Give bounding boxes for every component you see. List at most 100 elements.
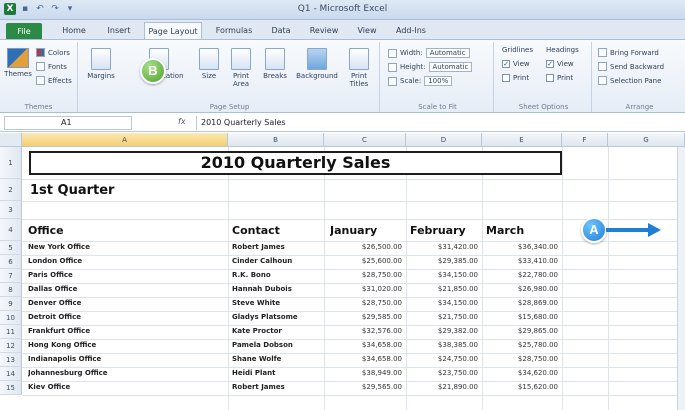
- contact-cell[interactable]: R.K. Bono: [232, 271, 322, 279]
- sales-cell[interactable]: $21,890.00: [408, 383, 478, 391]
- headings-print-checkbox[interactable]: Print: [546, 74, 573, 82]
- tab-view[interactable]: View: [352, 22, 382, 39]
- sales-cell[interactable]: $34,658.00: [326, 355, 402, 363]
- sales-cell[interactable]: $38,385.00: [408, 341, 478, 349]
- contact-cell[interactable]: Heidi Plant: [232, 369, 322, 377]
- row-header-12[interactable]: 12: [0, 339, 22, 353]
- office-cell[interactable]: Johannesburg Office: [28, 369, 224, 377]
- column-header-e[interactable]: E: [482, 133, 562, 147]
- formula-input[interactable]: 2010 Quarterly Sales: [196, 116, 683, 130]
- row-header-1[interactable]: 1: [0, 147, 22, 179]
- sales-cell[interactable]: $34,150.00: [408, 299, 478, 307]
- gridlines-print-checkbox[interactable]: Print: [502, 74, 529, 82]
- office-cell[interactable]: Paris Office: [28, 271, 224, 279]
- sales-cell[interactable]: $29,865.00: [484, 327, 558, 335]
- office-cell[interactable]: Kiev Office: [28, 383, 224, 391]
- sales-cell[interactable]: $21,850.00: [408, 285, 478, 293]
- row-header-3[interactable]: 3: [0, 201, 22, 219]
- sheet-title-cell[interactable]: 2010 Quarterly Sales: [29, 151, 562, 175]
- vertical-scrollbar[interactable]: [677, 147, 685, 410]
- sales-cell[interactable]: $31,420.00: [408, 243, 478, 251]
- tab-formulas[interactable]: Formulas: [210, 22, 258, 39]
- print-titles-button[interactable]: Print Titles: [344, 48, 374, 88]
- office-cell[interactable]: Frankfurt Office: [28, 327, 224, 335]
- sales-cell[interactable]: $15,620.00: [484, 383, 558, 391]
- sales-cell[interactable]: $34,150.00: [408, 271, 478, 279]
- row-header-4[interactable]: 4: [0, 219, 22, 241]
- sales-cell[interactable]: $28,750.00: [326, 271, 402, 279]
- sales-cell[interactable]: $25,600.00: [326, 257, 402, 265]
- column-header-c[interactable]: C: [324, 133, 406, 147]
- contact-cell[interactable]: Cinder Calhoun: [232, 257, 322, 265]
- sales-cell[interactable]: $29,585.00: [326, 313, 402, 321]
- background-button[interactable]: Background: [294, 48, 340, 80]
- sales-cell[interactable]: $22,780.00: [484, 271, 558, 279]
- gridlines-view-checkbox[interactable]: ✓ View: [502, 60, 530, 68]
- row-header-14[interactable]: 14: [0, 367, 22, 381]
- headings-view-checkbox[interactable]: ✓ View: [546, 60, 574, 68]
- select-all-corner[interactable]: [0, 133, 22, 147]
- tab-page-layout[interactable]: Page Layout: [144, 22, 202, 39]
- row-header-6[interactable]: 6: [0, 255, 22, 269]
- office-cell[interactable]: New York Office: [28, 243, 224, 251]
- column-header-a[interactable]: A: [22, 133, 228, 147]
- sales-cell[interactable]: $28,750.00: [326, 299, 402, 307]
- send-backward-button[interactable]: Send Backward: [598, 62, 664, 71]
- contact-cell[interactable]: Robert James: [232, 383, 322, 391]
- sales-cell[interactable]: $26,500.00: [326, 243, 402, 251]
- column-header-d[interactable]: D: [406, 133, 482, 147]
- breaks-button[interactable]: Breaks: [260, 48, 290, 80]
- width-select[interactable]: Automatic: [425, 48, 470, 58]
- sales-cell[interactable]: $38,949.00: [326, 369, 402, 377]
- sales-cell[interactable]: $32,576.00: [326, 327, 402, 335]
- margins-button[interactable]: Margins: [86, 48, 116, 80]
- row-header-11[interactable]: 11: [0, 325, 22, 339]
- sales-cell[interactable]: $26,980.00: [484, 285, 558, 293]
- row-header-5[interactable]: 5: [0, 241, 22, 255]
- column-header-g[interactable]: G: [608, 133, 685, 147]
- colors-button[interactable]: Colors: [36, 48, 70, 57]
- sales-cell[interactable]: $29,385.00: [408, 257, 478, 265]
- sales-cell[interactable]: $29,382.00: [408, 327, 478, 335]
- tab-data[interactable]: Data: [266, 22, 296, 39]
- tab-review[interactable]: Review: [304, 22, 344, 39]
- insert-function-button[interactable]: fx: [178, 117, 186, 126]
- themes-button[interactable]: Themes: [3, 48, 33, 78]
- office-cell[interactable]: Dallas Office: [28, 285, 224, 293]
- sales-cell[interactable]: $23,750.00: [408, 369, 478, 377]
- tab-home[interactable]: Home: [56, 22, 92, 39]
- header-january[interactable]: January: [330, 224, 377, 237]
- office-cell[interactable]: Denver Office: [28, 299, 224, 307]
- header-february[interactable]: February: [410, 224, 466, 237]
- sales-cell[interactable]: $28,750.00: [484, 355, 558, 363]
- contact-cell[interactable]: Robert James: [232, 243, 322, 251]
- contact-cell[interactable]: Hannah Dubois: [232, 285, 322, 293]
- sales-cell[interactable]: $34,658.00: [326, 341, 402, 349]
- tab-add-ins[interactable]: Add-Ins: [390, 22, 432, 39]
- selection-pane-button[interactable]: Selection Pane: [598, 76, 661, 85]
- row-header-10[interactable]: 10: [0, 311, 22, 325]
- sales-cell[interactable]: $36,340.00: [484, 243, 558, 251]
- fonts-button[interactable]: Fonts: [36, 62, 67, 71]
- sales-cell[interactable]: $21,750.00: [408, 313, 478, 321]
- contact-cell[interactable]: Shane Wolfe: [232, 355, 322, 363]
- name-box[interactable]: A1: [4, 116, 132, 130]
- scale-input[interactable]: 100%: [424, 76, 453, 86]
- row-header-9[interactable]: 9: [0, 297, 22, 311]
- header-march[interactable]: March: [486, 224, 524, 237]
- size-button[interactable]: Size: [194, 48, 224, 80]
- sales-cell[interactable]: $33,410.00: [484, 257, 558, 265]
- office-cell[interactable]: Hong Kong Office: [28, 341, 224, 349]
- row-header-2[interactable]: 2: [0, 179, 22, 201]
- scale-control[interactable]: Scale: 100%: [388, 76, 453, 86]
- column-header-b[interactable]: B: [228, 133, 324, 147]
- sales-cell[interactable]: $34,620.00: [484, 369, 558, 377]
- tab-file[interactable]: File: [6, 23, 42, 39]
- office-cell[interactable]: London Office: [28, 257, 224, 265]
- contact-cell[interactable]: Pamela Dobson: [232, 341, 322, 349]
- width-control[interactable]: Width: Automatic: [388, 48, 470, 58]
- column-header-f[interactable]: F: [562, 133, 608, 147]
- sales-cell[interactable]: $25,780.00: [484, 341, 558, 349]
- height-control[interactable]: Height: Automatic: [388, 62, 473, 72]
- height-select[interactable]: Automatic: [428, 62, 473, 72]
